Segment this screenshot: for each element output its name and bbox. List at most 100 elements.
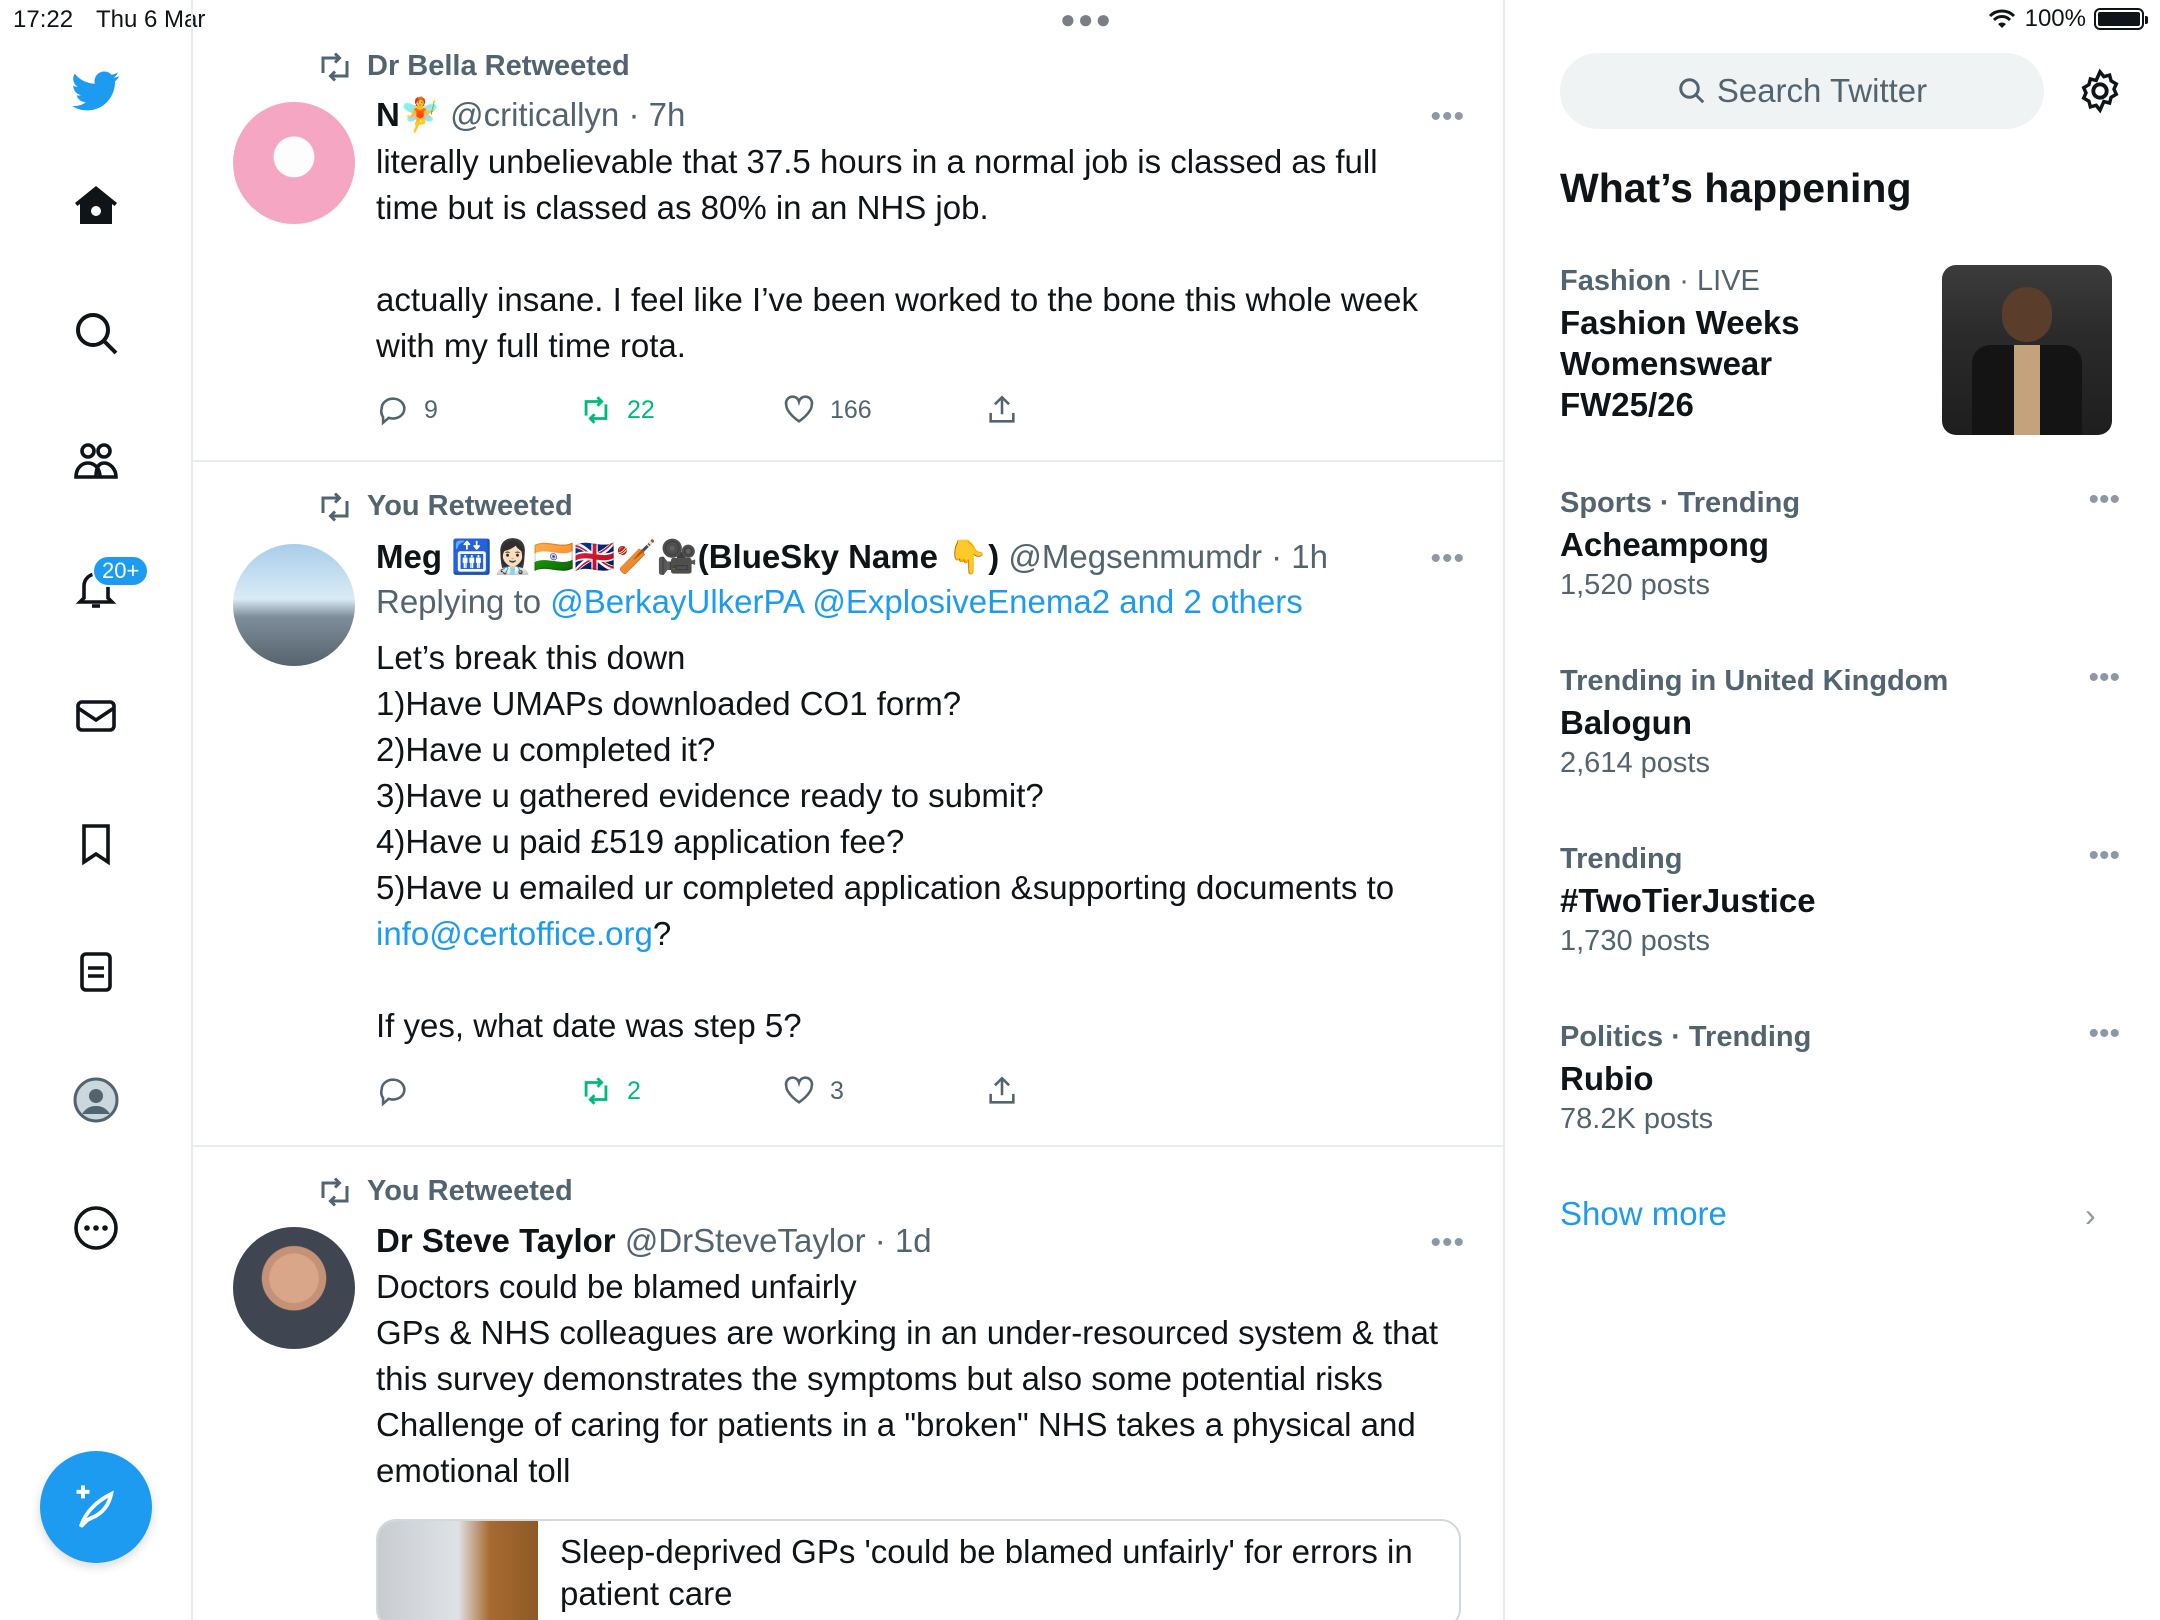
link-card-title-line: Sleep-deprived GPs 'could be blamed unfa… <box>560 1533 1413 1570</box>
tweet-line: 2)Have u completed it? <box>376 731 716 768</box>
reply-icon <box>380 1078 406 1107</box>
search-icon <box>1679 78 1705 104</box>
trend-category: Fashion · LIVE <box>1560 265 1760 297</box>
trend-item[interactable]: Fashion · LIVE Fashion Weeks Womenswear … <box>1560 265 1940 425</box>
trend-more-icon[interactable]: ••• <box>2088 661 2120 695</box>
author-name[interactable]: N🧚 <box>376 96 441 133</box>
link-card-title-line: patient care <box>560 1575 733 1612</box>
trend-title: #TwoTierJustice <box>1560 882 1816 919</box>
replying-to-users[interactable]: @BerkayUlkerPA @ExplosiveEnema2 and 2 ot… <box>550 583 1302 620</box>
link-card[interactable]: Sleep-deprived GPs 'could be blamed unfa… <box>376 1519 1461 1620</box>
trend-title-line: Womenswear <box>1560 345 1773 382</box>
timeline: Dr Bella Retweeted N🧚 @criticallyn · 7h … <box>193 0 1505 1620</box>
retweet-count: 22 <box>627 395 655 424</box>
trend-item[interactable]: Trending in United Kingdom Balogun 2,614… <box>1560 661 2120 780</box>
tweet-line: Doctors could be blamed unfairly <box>376 1268 857 1305</box>
share-icon <box>989 1076 1015 1104</box>
search-input[interactable]: Search Twitter <box>1560 53 2044 129</box>
tweet-line: literally unbelievable that 37.5 hours i… <box>376 143 1378 180</box>
trend-category-text: Fashion <box>1560 265 1672 297</box>
trend-image[interactable] <box>1942 265 2112 435</box>
tweet-line: Challenge of caring for patients in a "b… <box>376 1406 1416 1443</box>
tweet-line: GPs & NHS colleagues are working in an u… <box>376 1314 1438 1351</box>
trend-title: Acheampong <box>1560 526 1770 563</box>
bookmarks-icon[interactable] <box>60 808 132 880</box>
retweet-count: 2 <box>627 1076 641 1105</box>
retweet-context: You Retweeted <box>317 490 573 523</box>
chevron-right-icon[interactable]: › <box>2085 1197 2096 1234</box>
avatar[interactable] <box>233 1227 355 1349</box>
reply-button[interactable] <box>376 1074 579 1108</box>
trend-count: 78.2K posts <box>1560 1103 1714 1135</box>
email-link[interactable]: info@certoffice.org <box>376 915 653 952</box>
tweet-line: time but is classed as 80% in an NHS job… <box>376 189 989 226</box>
trend-title-line: Fashion Weeks <box>1560 304 1800 341</box>
retweet-button[interactable]: 2 <box>579 1074 782 1108</box>
communities-icon[interactable] <box>60 425 132 497</box>
trend-item[interactable]: Trending #TwoTierJustice 1,730 posts ••• <box>1560 839 2120 958</box>
battery-percent: 100% <box>2024 5 2086 32</box>
tweet-line: info@certoffice.org? <box>376 911 1456 957</box>
author-handle[interactable]: @criticallyn · 7h <box>450 96 685 133</box>
profile-avatar-icon[interactable] <box>60 1064 132 1136</box>
search-placeholder: Search Twitter <box>1716 72 1928 109</box>
retweet-button[interactable]: 22 <box>579 393 782 427</box>
trend-more-icon[interactable]: ••• <box>2088 483 2120 517</box>
trend-item[interactable]: Politics · Trending Rubio 78.2K posts ••… <box>1560 1017 2120 1136</box>
retweet-icon <box>321 1176 349 1207</box>
tweet-header: N🧚 @criticallyn · 7h <box>376 96 1456 135</box>
tweet-line: actually insane. I feel like I’ve been w… <box>376 281 1418 318</box>
author-handle[interactable]: @Megsenmumdr · 1h <box>1008 538 1328 575</box>
like-button[interactable]: 3 <box>782 1074 985 1108</box>
trend-title: Fashion Weeks Womenswear FW25/26 <box>1560 302 1940 425</box>
retweet-icon <box>321 51 349 82</box>
settings-gear-icon[interactable] <box>2077 68 2123 114</box>
author-name[interactable]: Meg 🛗👩🏻‍⚕️🇮🇳🇬🇧🏏🎥(BlueSky Name 👇) <box>376 538 999 575</box>
trend-item[interactable]: Sports · Trending Acheampong 1,520 posts… <box>1560 483 2120 602</box>
like-count: 166 <box>830 395 872 424</box>
retweeted-by-label: You Retweeted <box>367 490 573 522</box>
tweet-text: literally unbelievable that 37.5 hours i… <box>376 139 1456 369</box>
show-more-link[interactable]: Show more <box>1560 1195 1727 1233</box>
tweet-line: this survey demonstrates the symptoms bu… <box>376 1360 1383 1397</box>
avatar[interactable] <box>233 102 355 224</box>
tweet[interactable]: You Retweeted Meg 🛗👩🏻‍⚕️🇮🇳🇬🇧🏏🎥(BlueSky N… <box>193 462 1505 1147</box>
twitter-logo-icon[interactable] <box>60 55 132 127</box>
trend-more-icon[interactable]: ••• <box>2088 839 2120 873</box>
trend-category: Trending in United Kingdom <box>1560 665 1949 697</box>
search-icon[interactable] <box>60 297 132 369</box>
tweet[interactable]: Dr Bella Retweeted N🧚 @criticallyn · 7h … <box>193 0 1505 462</box>
trend-more-icon[interactable]: ••• <box>2088 1017 2120 1051</box>
tweet[interactable]: You Retweeted Dr Steve Taylor @DrSteveTa… <box>193 1147 1505 1620</box>
tweet-actions: 2 3 <box>376 1074 1188 1108</box>
home-icon[interactable] <box>60 170 132 242</box>
avatar[interactable] <box>233 544 355 666</box>
like-button[interactable]: 166 <box>782 393 985 427</box>
more-options-icon[interactable] <box>60 1192 132 1264</box>
tweet-more-icon[interactable]: ••• <box>1430 542 1465 576</box>
status-right: 100% <box>1987 5 2148 33</box>
tweet-content: N🧚 @criticallyn · 7h literally unbelieva… <box>376 96 1456 369</box>
tweet-line: 3)Have u gathered evidence ready to subm… <box>376 777 1044 814</box>
left-nav: 20+ <box>0 0 193 1620</box>
reply-button[interactable]: 9 <box>376 393 579 427</box>
replying-to: Replying to @BerkayUlkerPA @ExplosiveEne… <box>376 583 1456 621</box>
trend-title-line: FW25/26 <box>1560 386 1694 423</box>
tweet-line: 1)Have UMAPs downloaded CO1 form? <box>376 685 962 722</box>
messages-icon[interactable] <box>60 680 132 752</box>
tweet-line: with my full time rota. <box>376 327 686 364</box>
compose-tweet-button[interactable] <box>40 1451 152 1563</box>
share-button[interactable] <box>985 393 1188 427</box>
author-name[interactable]: Dr Steve Taylor <box>376 1222 616 1259</box>
tweet-more-icon[interactable]: ••• <box>1430 1226 1465 1260</box>
lists-icon[interactable] <box>60 936 132 1008</box>
author-handle[interactable]: @DrSteveTaylor · 1d <box>625 1222 932 1259</box>
trend-category: Sports · Trending <box>1560 487 1801 519</box>
retweet-icon <box>584 396 608 424</box>
notification-badge: 20+ <box>92 555 150 587</box>
battery-icon <box>2094 8 2148 30</box>
tweet-more-icon[interactable]: ••• <box>1430 100 1465 134</box>
share-button[interactable] <box>985 1074 1188 1108</box>
reply-icon <box>380 397 406 426</box>
tweet-header: Meg 🛗👩🏻‍⚕️🇮🇳🇬🇧🏏🎥(BlueSky Name 👇) @Megsen… <box>376 538 1456 577</box>
